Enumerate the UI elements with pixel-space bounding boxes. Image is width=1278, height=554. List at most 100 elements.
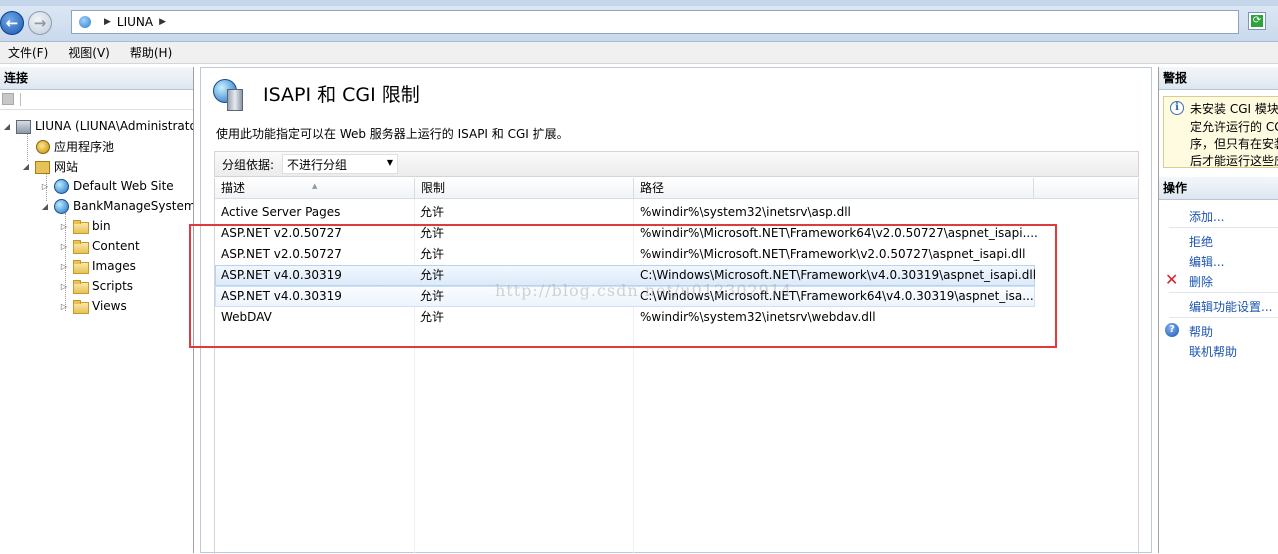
help-icon: ? bbox=[1165, 323, 1179, 337]
deny-action-link[interactable]: 拒绝 bbox=[1189, 233, 1213, 250]
cell-path: %windir%\Microsoft.NET\Framework64\v2.0.… bbox=[640, 226, 1038, 240]
edit-feature-settings-link[interactable]: 编辑功能设置... bbox=[1189, 298, 1272, 315]
expand-arrow-icon[interactable]: ▷ bbox=[59, 242, 69, 251]
tree-item-label: Content bbox=[92, 239, 140, 253]
tree-item-label: Images bbox=[92, 259, 136, 273]
folder-icon bbox=[72, 259, 89, 274]
refresh-button[interactable]: ⟳ bbox=[1248, 12, 1266, 30]
column-header-path[interactable]: 路径 bbox=[634, 178, 1034, 199]
tree-item-bankmanagesystem[interactable]: ◢ BankManageSystem bbox=[40, 196, 194, 216]
cell-description: ASP.NET v4.0.30319 bbox=[221, 268, 342, 282]
table-row[interactable]: WebDAV 允许 %windir%\system32\inetsrv\webd… bbox=[215, 307, 1035, 328]
cell-description: WebDAV bbox=[221, 310, 272, 324]
server-icon bbox=[227, 89, 243, 111]
action-separator bbox=[1169, 292, 1278, 293]
expand-arrow-icon[interactable]: ▷ bbox=[59, 282, 69, 291]
expand-arrow-icon[interactable]: ▷ bbox=[59, 262, 69, 271]
collapse-arrow-icon[interactable]: ◢ bbox=[2, 122, 12, 131]
tree-item-scripts[interactable]: ▷ Scripts bbox=[59, 276, 133, 296]
tree-item-label: 应用程序池 bbox=[54, 139, 115, 154]
tree-item-bin[interactable]: ▷ bin bbox=[59, 216, 111, 236]
forward-button[interactable]: → bbox=[28, 11, 52, 35]
back-button[interactable]: ← bbox=[0, 11, 24, 35]
alert-text-line: 后才能运行这些应 bbox=[1190, 154, 1278, 168]
folder-icon bbox=[72, 239, 89, 254]
tree-item-label: 网站 bbox=[54, 159, 79, 174]
tree-item-images[interactable]: ▷ Images bbox=[59, 256, 136, 276]
column-header-label: 描述 bbox=[221, 181, 246, 195]
edit-action-link[interactable]: 编辑... bbox=[1189, 253, 1224, 270]
cell-description: ASP.NET v4.0.30319 bbox=[221, 289, 342, 303]
title-strip bbox=[0, 0, 1278, 6]
table-row[interactable]: ASP.NET v2.0.50727 允许 %windir%\Microsoft… bbox=[215, 244, 1035, 265]
actions-header: 操作 bbox=[1159, 177, 1278, 200]
collapse-arrow-icon[interactable]: ◢ bbox=[40, 202, 50, 211]
group-by-dropdown[interactable]: 不进行分组 ▼ bbox=[282, 154, 399, 174]
menu-view[interactable]: 视图(V) bbox=[68, 44, 110, 61]
expand-arrow-icon[interactable]: ▷ bbox=[40, 182, 50, 191]
toolbar-separator bbox=[20, 93, 21, 106]
cell-description: Active Server Pages bbox=[221, 205, 341, 219]
add-action-link[interactable]: 添加... bbox=[1189, 208, 1224, 225]
sites-icon bbox=[34, 159, 50, 174]
cell-restriction: 允许 bbox=[420, 205, 445, 219]
cell-path: %windir%\system32\inetsrv\asp.dll bbox=[640, 205, 851, 219]
column-header-description[interactable]: 描述 ▲ bbox=[215, 178, 415, 199]
sort-ascending-icon: ▲ bbox=[312, 182, 318, 190]
action-separator bbox=[1169, 227, 1278, 228]
connect-icon[interactable] bbox=[2, 93, 14, 105]
breadcrumb-separator-icon[interactable]: ▶ bbox=[159, 17, 166, 27]
tree-item-default-web-site[interactable]: ▷ Default Web Site bbox=[40, 176, 174, 196]
menu-help[interactable]: 帮助(H) bbox=[130, 44, 172, 61]
tree-item-server[interactable]: ◢ LIUNA (LIUNA\Administrator bbox=[2, 116, 193, 136]
table-row[interactable]: Active Server Pages 允许 %windir%\system32… bbox=[215, 202, 1035, 223]
cell-path: %windir%\system32\inetsrv\webdav.dll bbox=[640, 310, 876, 324]
column-header-label: 限制 bbox=[421, 181, 446, 195]
tree-item-label: Default Web Site bbox=[73, 179, 174, 193]
cell-restriction: 允许 bbox=[420, 310, 445, 324]
address-field[interactable]: ▶ LIUNA ▶ bbox=[71, 10, 1239, 34]
forward-arrow-icon: → bbox=[33, 13, 47, 32]
group-by-label: 分组依据: bbox=[222, 157, 275, 172]
dropdown-arrow-icon: ▼ bbox=[386, 158, 394, 167]
refresh-icon: ⟳ bbox=[1251, 15, 1263, 27]
collapse-arrow-icon[interactable]: ◢ bbox=[21, 162, 31, 171]
tree-item-label: Scripts bbox=[92, 279, 134, 293]
cell-restriction: 允许 bbox=[420, 268, 445, 282]
alert-message: i 未安装 CGI 模块 定允许运行的 CG 序，但只有在安装 后才能运行这些应 bbox=[1163, 96, 1278, 168]
column-header-label: 路径 bbox=[640, 181, 665, 195]
page-title: ISAPI 和 CGI 限制 bbox=[263, 84, 420, 106]
globe-icon bbox=[53, 179, 69, 194]
server-icon bbox=[15, 119, 31, 134]
server-icon bbox=[78, 15, 92, 29]
action-separator bbox=[1169, 317, 1278, 318]
help-action-link[interactable]: 帮助 bbox=[1189, 323, 1213, 340]
tree-item-sites[interactable]: ◢ 网站 bbox=[21, 156, 78, 176]
menu-file[interactable]: 文件(F) bbox=[8, 44, 48, 61]
expand-arrow-icon[interactable]: ▷ bbox=[59, 222, 69, 231]
tree-item-app-pools[interactable]: 应用程序池 bbox=[21, 136, 114, 156]
alert-text-line: 定允许运行的 CG bbox=[1190, 120, 1278, 134]
alerts-header: 警报 bbox=[1159, 67, 1278, 90]
page-description: 使用此功能指定可以在 Web 服务器上运行的 ISAPI 和 CGI 扩展。 bbox=[216, 127, 569, 141]
breadcrumb-item[interactable]: LIUNA bbox=[117, 15, 153, 29]
breadcrumb-separator-icon[interactable]: ▶ bbox=[104, 17, 111, 27]
folder-icon bbox=[72, 279, 89, 294]
tree-item-label: BankManageSystem bbox=[73, 199, 194, 213]
tree-item-views[interactable]: ▷ Views bbox=[59, 296, 127, 316]
column-header-filler bbox=[1034, 178, 1138, 199]
tree-item-content[interactable]: ▷ Content bbox=[59, 236, 140, 256]
cell-restriction: 允许 bbox=[420, 226, 445, 240]
table-row[interactable]: ASP.NET v2.0.50727 允许 %windir%\Microsoft… bbox=[215, 223, 1038, 244]
alert-text-line: 序，但只有在安装 bbox=[1190, 137, 1278, 151]
group-by-bar: 分组依据: 不进行分组 ▼ bbox=[214, 151, 1139, 177]
tree-item-label: Views bbox=[92, 299, 127, 313]
back-arrow-icon: ← bbox=[5, 13, 19, 32]
column-header-restriction[interactable]: 限制 bbox=[415, 178, 634, 199]
online-help-action-link[interactable]: 联机帮助 bbox=[1189, 343, 1237, 360]
delete-action-link[interactable]: 删除 bbox=[1189, 273, 1213, 290]
globe-icon bbox=[53, 199, 69, 214]
expand-arrow-icon[interactable]: ▷ bbox=[59, 302, 69, 311]
connections-header: 连接 bbox=[0, 67, 193, 90]
group-by-value: 不进行分组 bbox=[287, 157, 348, 172]
